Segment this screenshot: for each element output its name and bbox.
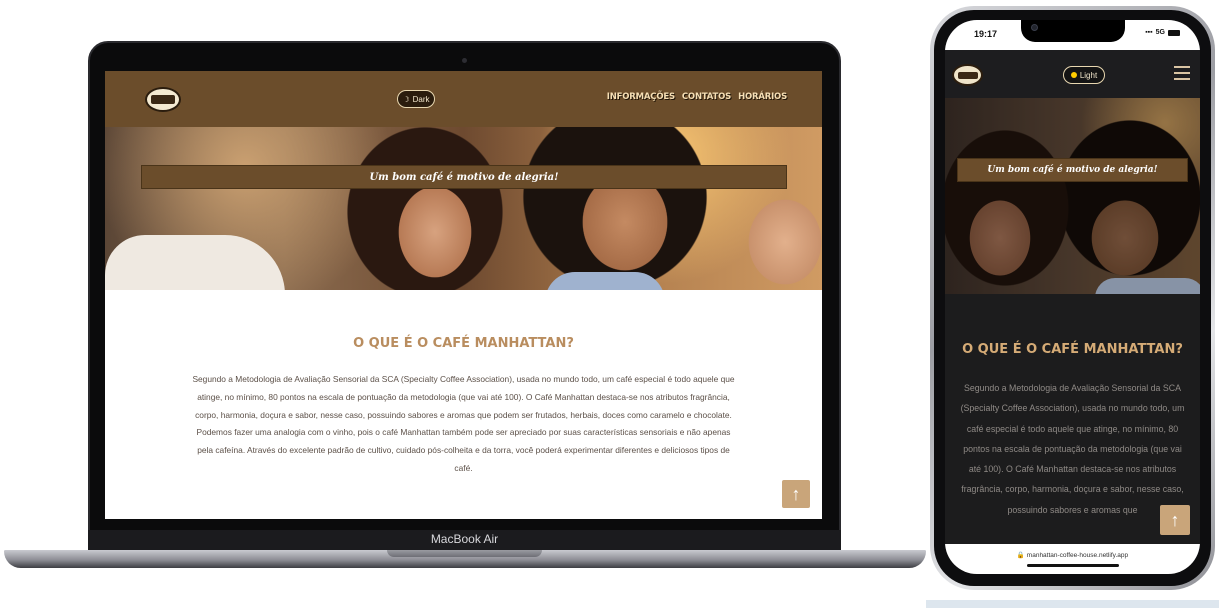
device-mockup-stage: ☽ Dark INFORMAÇÕES CONTATOS HORÁRIOS Um … xyxy=(0,0,1219,608)
moon-icon: ☽ xyxy=(402,94,410,104)
phone-screen: 19:17 ▪▪▪ 5G Light Um bom café é motivo … xyxy=(945,20,1200,574)
section-title: O QUE É O CAFÉ MANHATTAN? xyxy=(353,336,574,351)
url-value: manhattan-coffee-house.netlify.app xyxy=(1026,552,1129,559)
dynamic-island xyxy=(1021,20,1125,42)
nav-link-contatos[interactable]: CONTATOS xyxy=(682,92,731,102)
laptop-hinge-notch xyxy=(387,550,542,557)
arrow-up-icon: ↑ xyxy=(1170,509,1180,530)
nav-link-informacoes[interactable]: INFORMAÇÕES xyxy=(607,92,675,102)
section-body-text: Segundo a Metodologia de Avaliação Senso… xyxy=(192,374,735,473)
theme-toggle-label: Dark xyxy=(412,94,430,104)
about-section: O QUE É O CAFÉ MANHATTAN? Segundo a Meto… xyxy=(105,290,822,519)
section-title: O QUE É O CAFÉ MANHATTAN? xyxy=(962,342,1183,357)
menu-line xyxy=(1174,72,1190,74)
hero-image: Um bom café é motivo de alegria! xyxy=(105,127,822,290)
status-time: 19:17 xyxy=(974,29,998,39)
site-logo[interactable] xyxy=(952,64,983,86)
front-camera xyxy=(1031,24,1038,31)
hero-dark-overlay xyxy=(945,98,1200,294)
site-logo[interactable] xyxy=(145,87,181,112)
hero-banner-text: Um bom café é motivo de alegria! xyxy=(141,165,787,189)
nav-link-horarios[interactable]: HORÁRIOS xyxy=(738,92,787,102)
status-bar: 19:17 ▪▪▪ 5G xyxy=(945,20,1200,50)
lock-icon: 🔒 xyxy=(1016,552,1025,559)
network-label: 5G xyxy=(1155,29,1165,36)
hero-photo-detail xyxy=(545,272,665,290)
main-nav: INFORMAÇÕES CONTATOS HORÁRIOS xyxy=(607,92,787,102)
back-to-top-button[interactable]: ↑ xyxy=(782,480,810,508)
back-to-top-button[interactable]: ↑ xyxy=(1160,505,1190,535)
background-strip xyxy=(926,600,1219,608)
hamburger-menu-icon[interactable] xyxy=(1174,66,1190,80)
home-indicator[interactable] xyxy=(1027,564,1119,567)
signal-icon: ▪▪▪ xyxy=(1145,29,1153,36)
arrow-up-icon: ↑ xyxy=(791,483,801,504)
logo-emblem xyxy=(957,71,978,79)
theme-toggle-button[interactable]: ☽ Dark xyxy=(397,90,435,108)
battery-icon xyxy=(1168,29,1180,36)
mobile-site-header: Light xyxy=(945,50,1200,98)
sun-icon xyxy=(1070,72,1077,78)
theme-toggle-label: Light xyxy=(1079,70,1098,80)
url-text: 🔒 manhattan-coffee-house.netlify.app xyxy=(945,551,1200,559)
section-body-text: Segundo a Metodologia de Avaliação Senso… xyxy=(960,383,1185,515)
hero-photo-detail xyxy=(1095,278,1200,294)
hero-photo-detail xyxy=(105,235,285,290)
hero-banner-text: Um bom café é motivo de alegria! xyxy=(957,158,1188,182)
browser-url-bar[interactable]: 🔒 manhattan-coffee-house.netlify.app xyxy=(945,544,1200,574)
laptop-screen: ☽ Dark INFORMAÇÕES CONTATOS HORÁRIOS Um … xyxy=(105,71,822,519)
theme-toggle-button[interactable]: Light xyxy=(1063,66,1105,84)
menu-line xyxy=(1174,66,1190,68)
laptop-camera xyxy=(462,58,467,63)
site-header: ☽ Dark INFORMAÇÕES CONTATOS HORÁRIOS xyxy=(105,71,822,127)
menu-line xyxy=(1174,78,1190,80)
logo-emblem xyxy=(151,95,175,104)
laptop-model-label: MacBook Air xyxy=(430,532,499,546)
status-indicators: ▪▪▪ 5G xyxy=(1145,29,1180,36)
hero-image: Um bom café é motivo de alegria! xyxy=(945,98,1200,294)
